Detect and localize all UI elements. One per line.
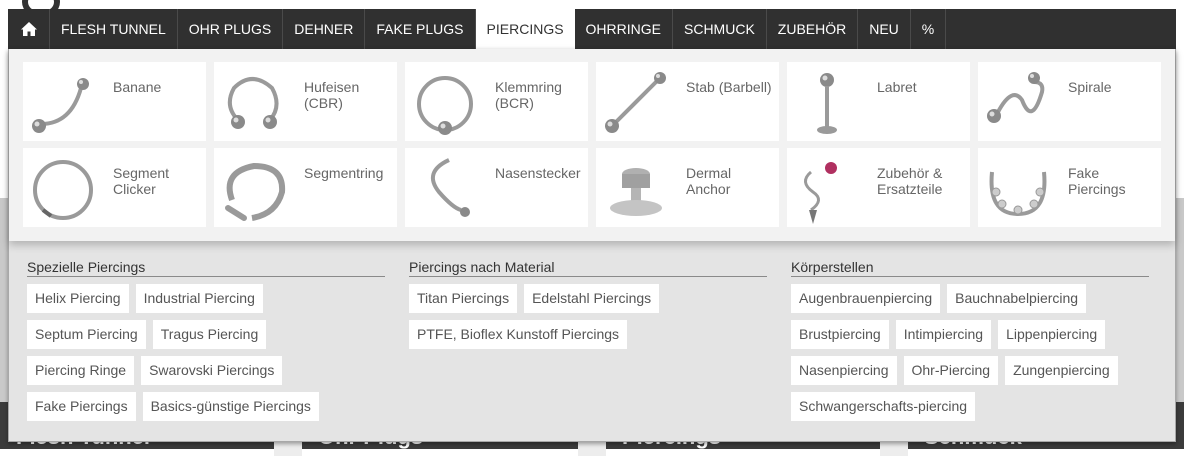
link-piercing-ringe[interactable]: Piercing Ringe: [27, 356, 135, 385]
column-piercings-nach-material: Piercings nach Material Titan Piercings …: [409, 259, 767, 356]
tile-label: Stab (Barbell): [686, 79, 772, 95]
tile-spirale[interactable]: Spirale: [978, 62, 1161, 141]
nav-piercings[interactable]: PIERCINGS: [475, 9, 575, 49]
tile-zubehoer-ersatzteile[interactable]: Zubehör & Ersatzteile: [787, 148, 970, 227]
tile-label: Segment Clicker: [113, 165, 170, 197]
spiral-piercing-icon: [987, 72, 1045, 123]
link-industrial-piercing[interactable]: Industrial Piercing: [135, 284, 263, 313]
fake-piercing-icon: [989, 171, 1047, 217]
nav-flesh-tunnel[interactable]: FLESH TUNNEL: [50, 9, 178, 49]
tile-labret[interactable]: Labret: [787, 62, 970, 141]
main-navigation: FLESH TUNNEL OHR PLUGS DEHNER FAKE PLUGS…: [8, 9, 1176, 49]
link-bauchnabelpiercing[interactable]: Bauchnabelpiercing: [947, 284, 1087, 313]
column-spezielle-piercings: Spezielle Piercings Helix Piercing Indus…: [27, 259, 385, 428]
tile-banane[interactable]: Banane: [23, 62, 206, 141]
link-nasenpiercing[interactable]: Nasenpiercing: [791, 356, 897, 385]
dermal-anchor-icon: [610, 168, 662, 216]
banana-piercing-icon: [32, 78, 89, 133]
tile-dermal-anchor[interactable]: Dermal Anchor: [596, 148, 779, 227]
link-helix-piercing[interactable]: Helix Piercing: [27, 284, 129, 313]
home-button[interactable]: [8, 9, 50, 49]
category-tile-grid: Banane Hufeisen (CBR) Klemmring (BCR) St…: [9, 49, 1175, 241]
tile-stab[interactable]: Stab (Barbell): [596, 62, 779, 141]
tile-nasenstecker[interactable]: Nasenstecker: [405, 148, 588, 227]
link-swarovski-piercings[interactable]: Swarovski Piercings: [141, 356, 283, 385]
ball-closure-ring-icon: [417, 76, 473, 135]
link-pill-group: Titan Piercings Edelstahl Piercings PTFE…: [409, 284, 767, 356]
segment-clicker-icon: [33, 160, 93, 220]
tile-label: Fake Piercings: [1068, 165, 1126, 197]
tile-label: Segmentring: [304, 165, 384, 181]
link-edelstahl-piercings[interactable]: Edelstahl Piercings: [524, 284, 660, 313]
nav-ohrringe[interactable]: OHRRINGE: [575, 9, 673, 49]
tile-label: Banane: [113, 79, 162, 95]
link-titan-piercings[interactable]: Titan Piercings: [409, 284, 518, 313]
site-logo-fragment: [0, 0, 70, 18]
segment-ring-icon: [225, 162, 286, 221]
link-lippenpiercing[interactable]: Lippenpiercing: [998, 320, 1106, 349]
link-ohr-piercing[interactable]: Ohr-Piercing: [903, 356, 999, 385]
column-title: Piercings nach Material: [409, 259, 767, 277]
tile-label: Hufeisen (CBR): [304, 79, 360, 111]
tile-fake-piercings[interactable]: Fake Piercings: [978, 148, 1161, 227]
nav-ohr-plugs[interactable]: OHR PLUGS: [178, 9, 284, 49]
column-title: Körperstellen: [791, 259, 1149, 277]
nav-sale[interactable]: %: [911, 9, 947, 49]
link-pill-group: Augenbrauenpiercing Bauchnabelpiercing B…: [791, 284, 1149, 428]
tile-hufeisen[interactable]: Hufeisen (CBR): [214, 62, 397, 141]
nav-schmuck[interactable]: SCHMUCK: [673, 9, 767, 49]
link-brustpiercing[interactable]: Brustpiercing: [791, 320, 889, 349]
nav-zubehoer[interactable]: ZUBEHÖR: [767, 9, 859, 49]
link-schwangerschafts-piercing[interactable]: Schwangerschafts-piercing: [791, 392, 976, 421]
horseshoe-piercing-icon: [227, 77, 279, 129]
piercings-mega-menu: Banane Hufeisen (CBR) Klemmring (BCR) St…: [8, 49, 1176, 442]
tile-segment-clicker[interactable]: Segment Clicker: [23, 148, 206, 227]
tile-label: Dermal Anchor: [686, 165, 732, 197]
link-ptfe-bioflex-piercings[interactable]: PTFE, Bioflex Kunstoff Piercings: [409, 320, 628, 349]
link-augenbrauenpiercing[interactable]: Augenbrauenpiercing: [791, 284, 941, 313]
link-septum-piercing[interactable]: Septum Piercing: [27, 320, 146, 349]
link-basics-piercings[interactable]: Basics-günstige Piercings: [142, 392, 319, 421]
tile-label: Spirale: [1068, 79, 1112, 95]
link-intimpiercing[interactable]: Intimpiercing: [895, 320, 992, 349]
link-tragus-piercing[interactable]: Tragus Piercing: [152, 320, 267, 349]
link-fake-piercings[interactable]: Fake Piercings: [27, 392, 136, 421]
nav-fake-plugs[interactable]: FAKE PLUGS: [365, 9, 476, 49]
tile-label: Zubehör & Ersatzteile: [877, 165, 943, 197]
link-zungenpiercing[interactable]: Zungenpiercing: [1005, 356, 1118, 385]
tile-label: Nasenstecker: [495, 165, 581, 181]
tile-segmentring[interactable]: Segmentring: [214, 148, 397, 227]
column-koerperstellen: Körperstellen Augenbrauenpiercing Bauchn…: [791, 259, 1149, 428]
accessories-icon: [804, 162, 837, 224]
barbell-icon: [605, 72, 666, 133]
tile-label: Labret: [877, 79, 917, 95]
home-icon: [20, 22, 37, 36]
nav-dehner[interactable]: DEHNER: [283, 9, 366, 49]
tile-label: Klemmring (BCR): [495, 79, 562, 111]
labret-icon: [817, 73, 837, 134]
column-title: Spezielle Piercings: [27, 259, 385, 277]
nav-neu[interactable]: NEU: [858, 9, 911, 49]
tile-klemmring[interactable]: Klemmring (BCR): [405, 62, 588, 141]
link-pill-group: Helix Piercing Industrial Piercing Septu…: [27, 284, 385, 428]
nose-stud-icon: [430, 158, 470, 217]
